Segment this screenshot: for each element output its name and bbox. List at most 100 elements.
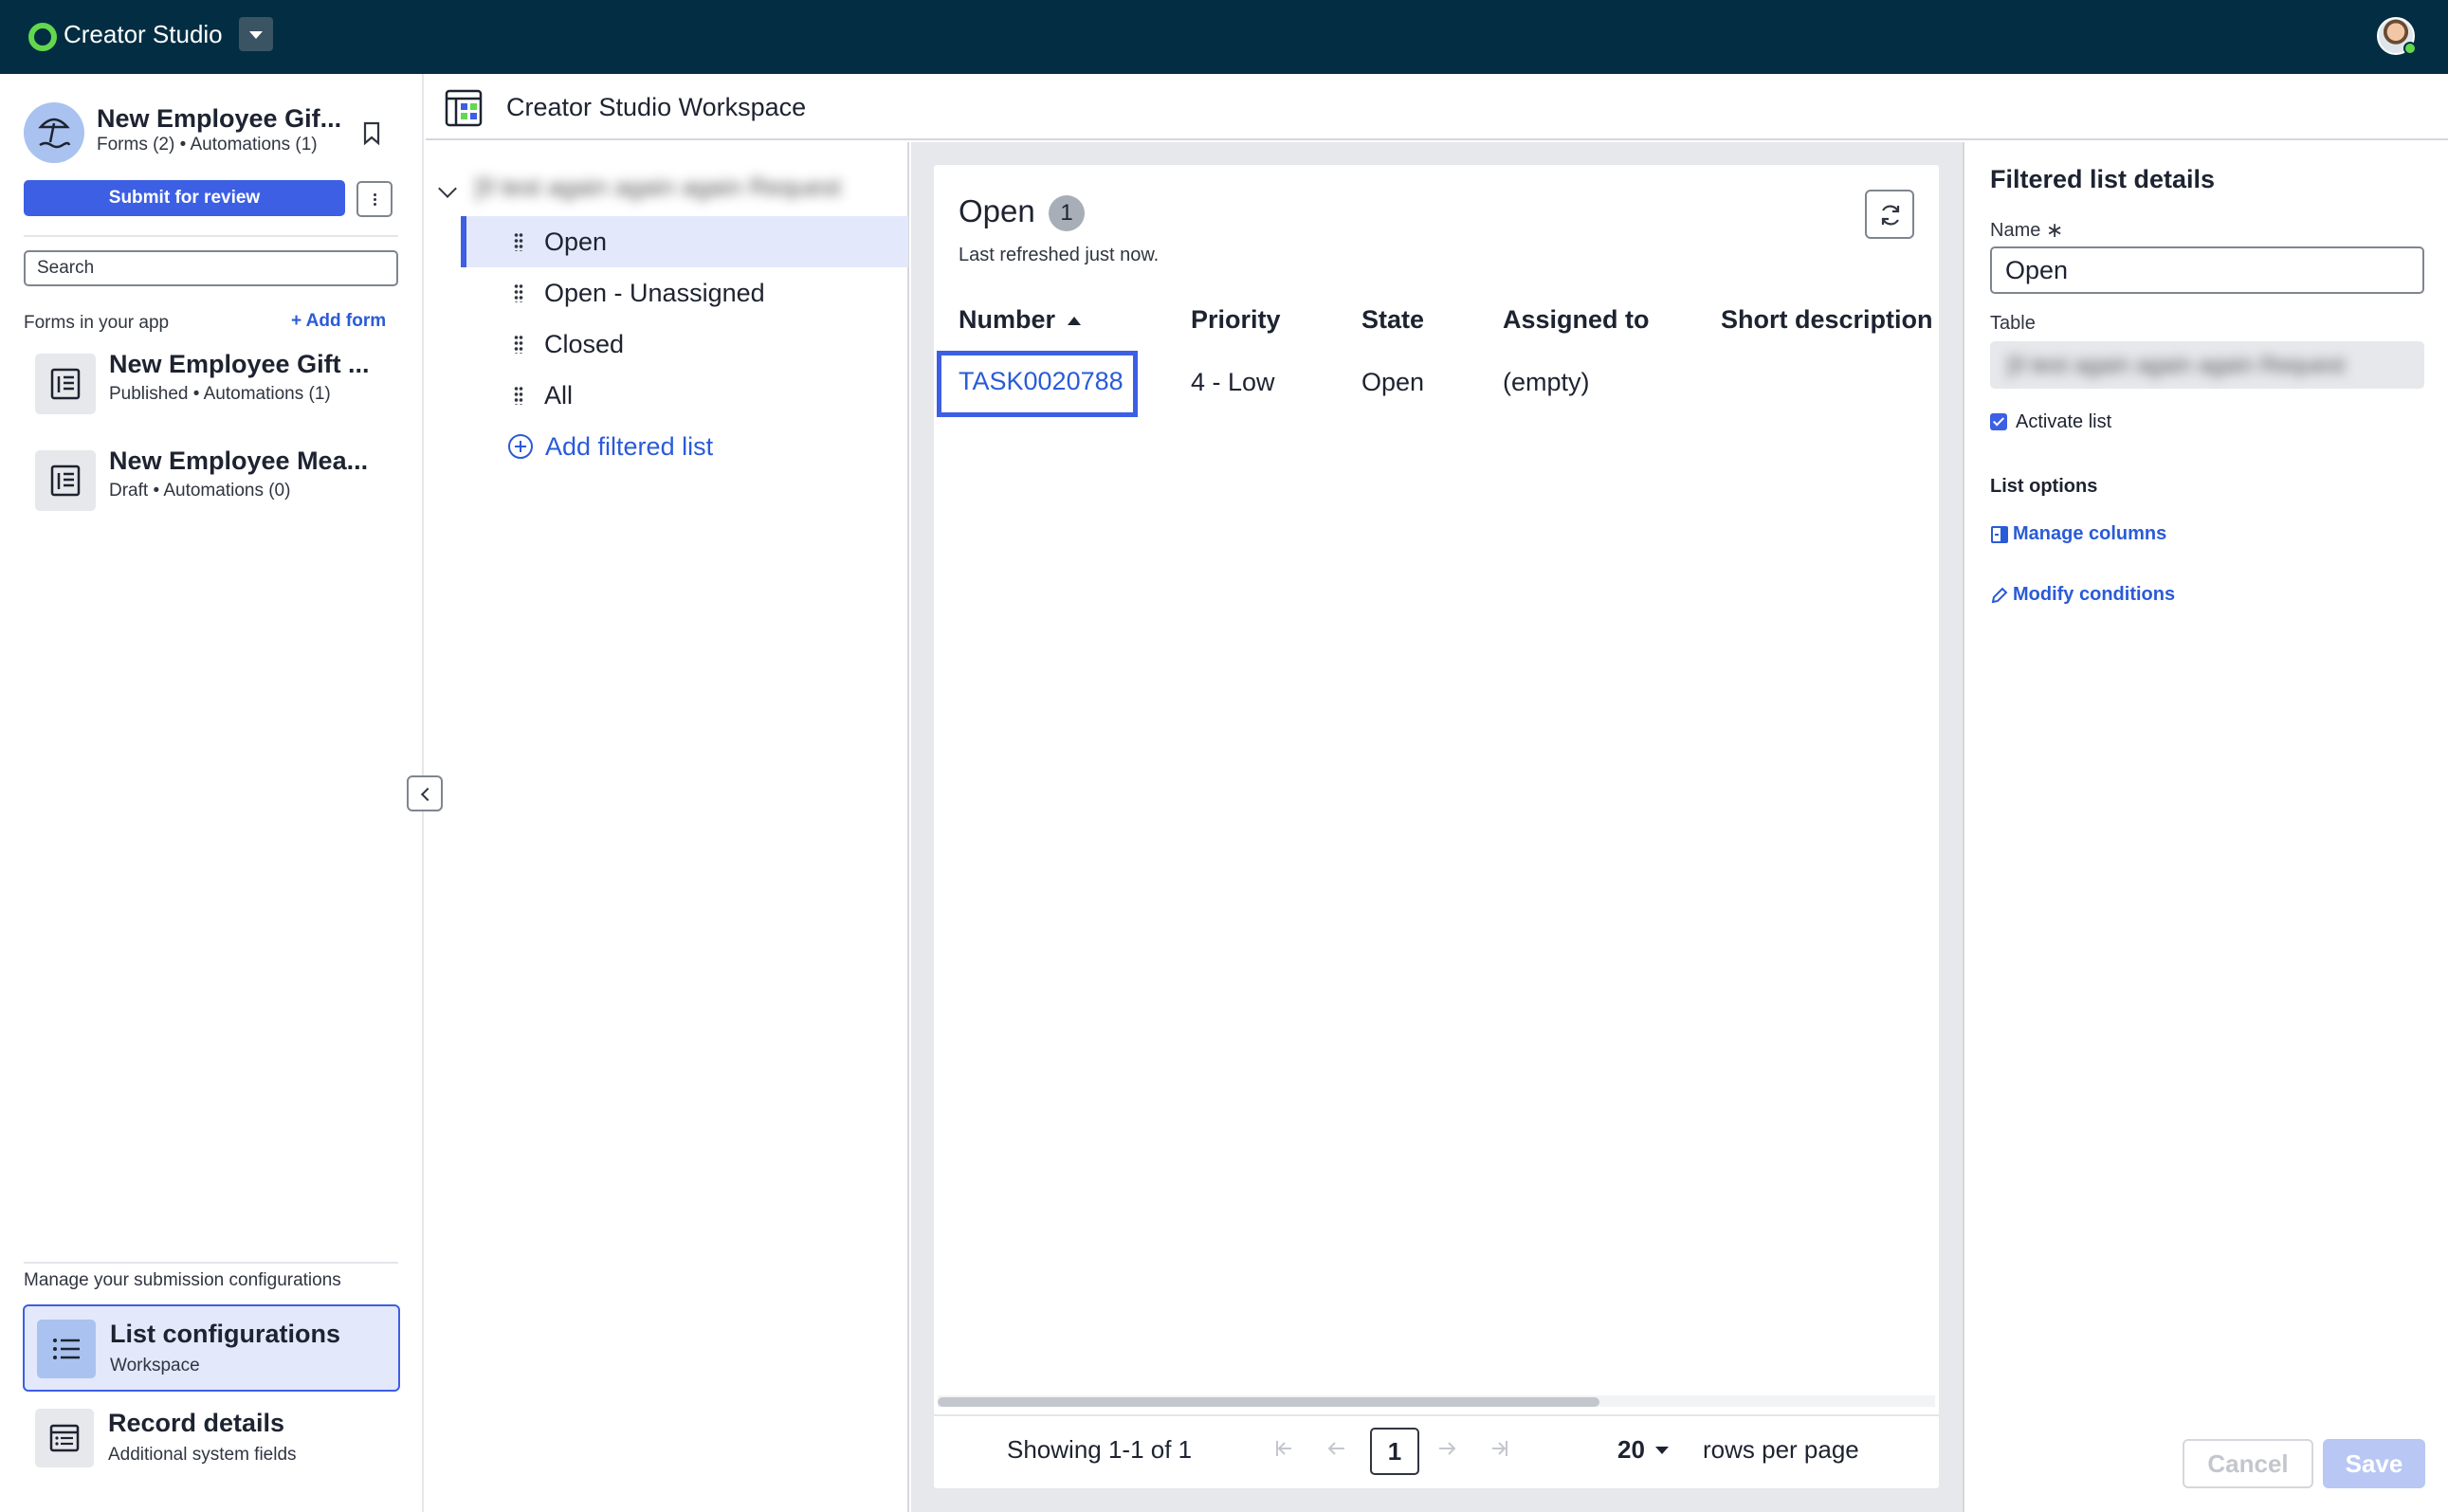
online-status-icon (2403, 42, 2417, 55)
list-configurations-item[interactable]: List configurations Workspace (23, 1304, 400, 1392)
app-sidebar: New Employee Gif... Forms (2) • Automati… (0, 74, 424, 1512)
first-page-icon[interactable] (1273, 1438, 1294, 1459)
divider (934, 1414, 1939, 1416)
form-title: New Employee Gift ... (109, 350, 370, 378)
app-name: New Employee Gif... (97, 104, 342, 133)
column-header-number[interactable]: Number (959, 305, 1055, 335)
list-options-label: List options (1990, 476, 2098, 497)
tree-root-label[interactable]: [Il test again again again Request (475, 173, 841, 202)
beach-umbrella-icon (38, 118, 71, 149)
modify-conditions-link[interactable]: Modify conditions (1990, 584, 2175, 606)
divider (24, 1262, 398, 1264)
modify-conditions-label[interactable]: Modify conditions (2013, 584, 2175, 606)
record-count-badge: 1 (1049, 195, 1085, 231)
tree-item-label: Closed (544, 330, 625, 358)
config-subtitle: Additional system fields (108, 1445, 297, 1465)
previous-page-icon[interactable] (1326, 1438, 1347, 1459)
rows-per-page-select[interactable]: 20 (1617, 1435, 1645, 1465)
list-preview: Open 1 Last refreshed just now. Number P… (934, 165, 1939, 1488)
list-title: Open (959, 193, 1035, 228)
name-input[interactable] (1990, 246, 2424, 294)
cell-priority: 4 - Low (1191, 368, 1275, 396)
filtered-list-tree: [Il test again again again Request Open … (426, 142, 909, 1512)
list-icon (37, 1320, 96, 1378)
cancel-button[interactable]: Cancel (2183, 1439, 2313, 1488)
workspace-header: Creator Studio Workspace (426, 74, 2448, 140)
name-label: Name (1990, 220, 2041, 241)
chevron-down-icon[interactable] (438, 179, 457, 198)
form-status: Published • Automations (1) (109, 384, 331, 404)
columns-icon (1991, 525, 2008, 543)
cell-assigned-to: (empty) (1503, 368, 1590, 396)
page-title: Creator Studio Workspace (506, 93, 807, 121)
form-item[interactable]: New Employee Mea... Draft • Automations … (24, 441, 403, 522)
workspace-icon (445, 89, 483, 127)
app-title[interactable]: Creator Studio (64, 19, 223, 49)
column-header-state[interactable]: State (1361, 305, 1424, 335)
config-subtitle: Workspace (110, 1356, 200, 1375)
add-filtered-list-button[interactable]: Add filtered list (545, 432, 713, 462)
top-nav-bar: Creator Studio (0, 0, 2448, 74)
drag-handle-icon[interactable] (514, 386, 523, 405)
save-button[interactable]: Save (2323, 1439, 2425, 1488)
tree-item-open-unassigned[interactable]: Open - Unassigned (461, 267, 908, 319)
add-circle-icon[interactable] (508, 434, 533, 459)
drag-handle-icon[interactable] (514, 283, 523, 302)
form-icon (35, 450, 96, 511)
search-input[interactable] (24, 250, 398, 286)
tree-item-label: Open - Unassigned (544, 279, 765, 307)
last-page-icon[interactable] (1489, 1438, 1510, 1459)
sort-ascending-icon[interactable] (1068, 317, 1081, 325)
creator-studio-logo-icon (28, 23, 57, 51)
form-item[interactable]: New Employee Gift ... Published • Automa… (24, 344, 403, 426)
cell-state: Open (1361, 368, 1425, 396)
caret-down-icon[interactable] (1655, 1447, 1669, 1454)
current-page[interactable]: 1 (1370, 1428, 1419, 1475)
tree-item-all[interactable]: All (461, 370, 908, 421)
more-options-icon[interactable] (356, 181, 393, 217)
column-header-assigned-to[interactable]: Assigned to (1503, 305, 1650, 335)
record-details-icon (35, 1409, 94, 1467)
record-number[interactable]: TASK0020788 (959, 367, 1124, 396)
tree-item-open[interactable]: Open (461, 216, 908, 267)
app-meta: Forms (2) • Automations (1) (97, 135, 318, 155)
manage-columns-link[interactable]: Manage columns (1990, 523, 2166, 545)
record-number-link[interactable]: TASK0020788 (937, 351, 1138, 417)
tree-item-label: All (544, 381, 574, 410)
tree-item-closed[interactable]: Closed (461, 319, 908, 370)
refresh-icon (1881, 205, 1900, 226)
config-title: Record details (108, 1409, 285, 1437)
config-section-label: Manage your submission configurations (24, 1270, 341, 1290)
activate-list-label[interactable]: Activate list (2016, 411, 2111, 433)
divider (24, 235, 398, 237)
column-header-short-description[interactable]: Short description (1721, 305, 1933, 335)
panel-title: Filtered list details (1990, 165, 2216, 193)
table-label: Table (1990, 313, 2036, 334)
rows-per-page-label: rows per page (1703, 1435, 1859, 1464)
table-field: [Il test again again again Request (1990, 341, 2424, 389)
submit-for-review-button[interactable]: Submit for review (24, 180, 345, 216)
column-header-priority[interactable]: Priority (1191, 305, 1281, 335)
config-title: List configurations (110, 1320, 340, 1348)
last-refreshed-text: Last refreshed just now. (959, 245, 1160, 265)
record-details-item[interactable]: Record details Additional system fields (23, 1395, 400, 1483)
filtered-list-details-panel: Filtered list details Name ∗ Table [Il t… (1963, 142, 2448, 1512)
add-form-button[interactable]: + Add form (291, 311, 386, 332)
refresh-button[interactable] (1865, 190, 1914, 239)
scrollbar-thumb[interactable] (938, 1397, 1599, 1407)
pagination-summary: Showing 1-1 of 1 (1007, 1435, 1193, 1464)
form-icon (35, 354, 96, 414)
drag-handle-icon[interactable] (514, 232, 523, 251)
drag-handle-icon[interactable] (514, 335, 523, 354)
app-icon (24, 102, 84, 163)
forms-section-label: Forms in your app (24, 313, 170, 333)
form-title: New Employee Mea... (109, 446, 369, 475)
activate-list-checkbox[interactable] (1990, 413, 2007, 430)
app-switcher-dropdown-icon[interactable] (239, 17, 273, 51)
next-page-icon[interactable] (1436, 1438, 1457, 1459)
collapse-sidebar-icon[interactable] (407, 775, 443, 811)
bookmark-icon[interactable] (362, 121, 381, 146)
required-icon: ∗ (2046, 218, 2064, 242)
table-value: [Il test again again again Request (2007, 353, 2346, 378)
manage-columns-label[interactable]: Manage columns (2013, 523, 2166, 545)
